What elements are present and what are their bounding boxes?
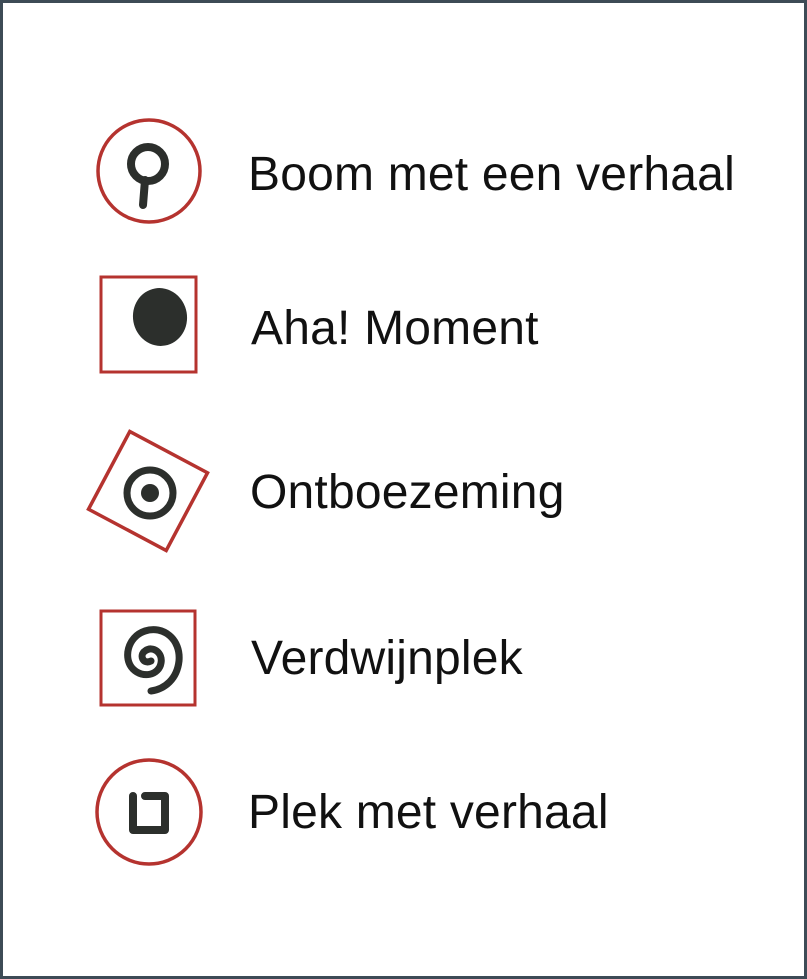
legend-label: Aha! Moment: [251, 302, 539, 355]
diamond-target-icon: [80, 423, 216, 559]
legend-label: Plek met verhaal: [248, 786, 609, 839]
circled-lollipop-icon: [95, 117, 205, 227]
boxed-spiral-icon: [99, 609, 199, 709]
circled-square-icon: [93, 756, 205, 868]
legend-label: Boom met een verhaal: [248, 148, 735, 201]
legend-frame: Boom met een verhaal Aha! Moment Ontboez…: [0, 0, 807, 979]
legend-label: Verdwijnplek: [251, 632, 523, 685]
boxed-dot-icon: [99, 275, 199, 375]
legend-label: Ontboezeming: [250, 466, 565, 519]
